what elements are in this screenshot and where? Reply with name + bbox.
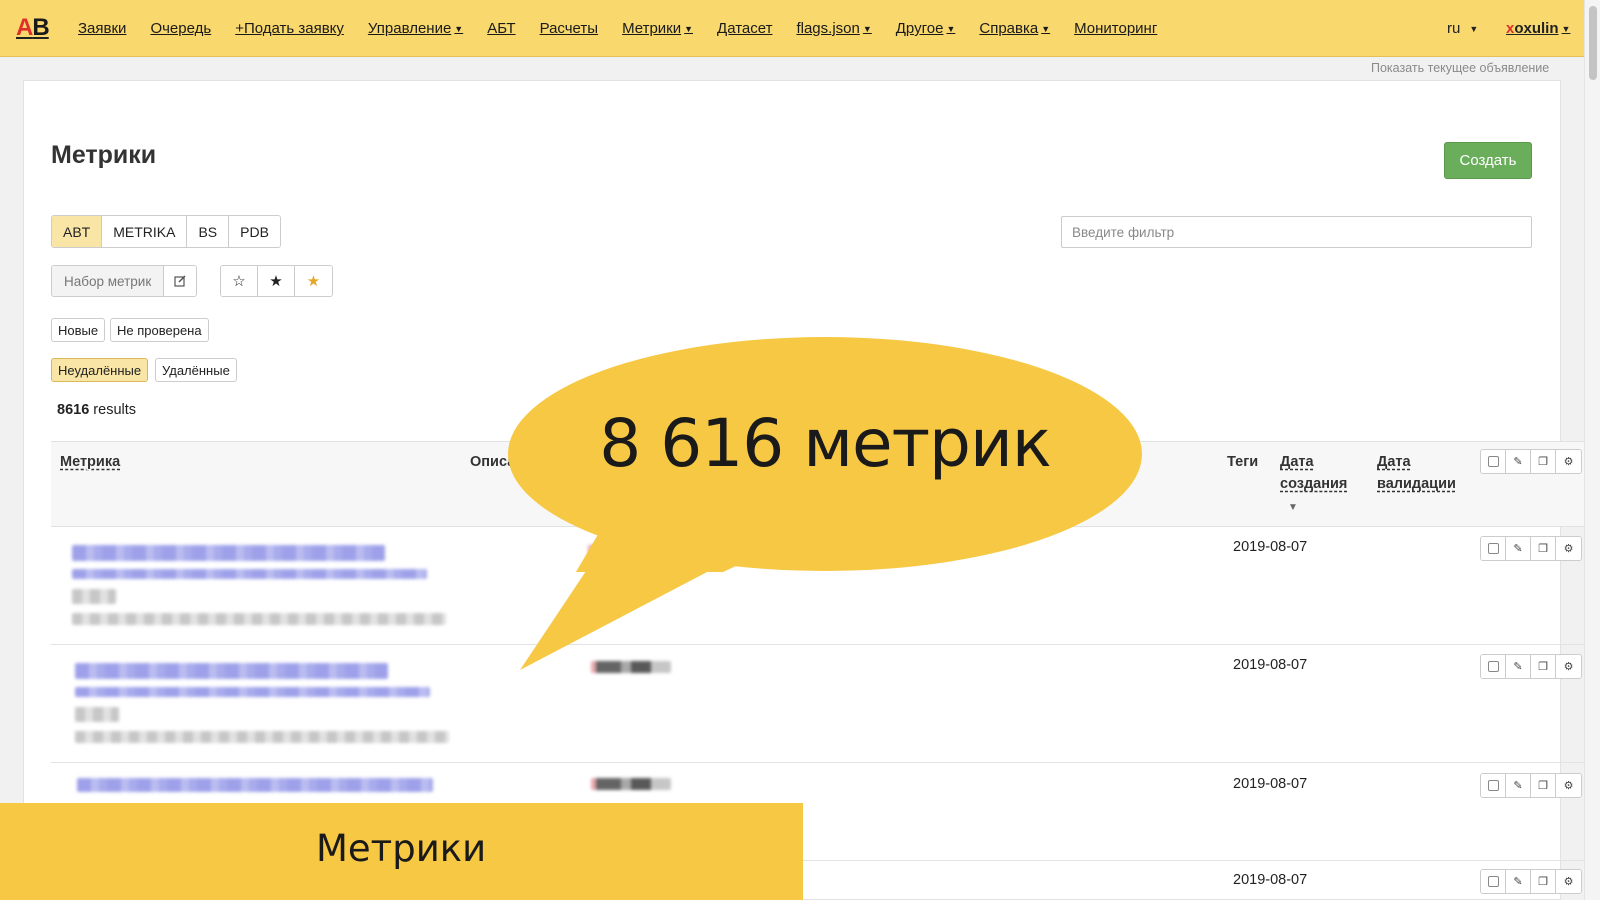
nav-item-management[interactable]: Управление ▼: [368, 20, 463, 37]
row-action-group: ✎ ❐ ⚙: [1480, 773, 1582, 798]
header-action-group: ✎ ❐ ⚙: [1480, 449, 1582, 474]
edit-icon[interactable]: ✎: [1506, 870, 1531, 893]
caret-down-icon: ▼: [454, 23, 464, 34]
nav-item-calculations[interactable]: Расчеты: [540, 20, 599, 37]
show-announcement-link[interactable]: Показать текущее объявление: [1371, 61, 1549, 75]
edit-icon[interactable]: [164, 266, 197, 296]
filter-deleted[interactable]: Удалённые: [155, 358, 237, 382]
source-toggle-group: ABT METRIKA BS PDB: [51, 215, 281, 248]
metric-id-redacted: [72, 569, 427, 579]
results-count: 8616 results: [57, 402, 137, 418]
metric-set-select[interactable]: Набор метрик: [52, 266, 165, 296]
metric-id-redacted: [75, 687, 430, 697]
row-action-group: ✎ ❐ ⚙: [1480, 869, 1582, 894]
row-created-date: 2019-08-07: [1233, 776, 1308, 792]
scrollbar-thumb[interactable]: [1589, 6, 1597, 80]
metric-meta-redacted: [75, 731, 449, 743]
nav-item-requests[interactable]: Заявки: [78, 20, 126, 37]
top-navbar: AB Заявки Очередь +Подать заявку Управле…: [0, 0, 1584, 57]
metric-link-redacted[interactable]: [77, 778, 433, 792]
nav-item-submit-request[interactable]: +Подать заявку: [235, 20, 344, 37]
filter-input[interactable]: [1061, 216, 1532, 248]
page-scrollbar[interactable]: [1584, 0, 1600, 900]
row-checkbox[interactable]: [1481, 774, 1506, 797]
star-filled-icon[interactable]: ★: [258, 266, 295, 296]
nav-item-help[interactable]: Справка ▼: [979, 20, 1050, 37]
bubble-text: 8 616 метрик: [599, 405, 1051, 482]
metric-tag-redacted: [72, 589, 116, 604]
description-redacted: [591, 778, 671, 790]
column-header-metric[interactable]: Метрика: [60, 451, 120, 473]
nav-item-abt[interactable]: АБТ: [487, 20, 515, 37]
gear-icon[interactable]: ⚙: [1556, 655, 1581, 678]
star-gold-icon[interactable]: ★: [295, 266, 332, 296]
edit-icon[interactable]: ✎: [1506, 537, 1531, 560]
copy-icon[interactable]: ❐: [1531, 655, 1556, 678]
source-toggle-abt[interactable]: ABT: [52, 216, 103, 247]
column-header-created[interactable]: Дата создания: [1280, 451, 1347, 495]
caret-down-icon: ▼: [684, 23, 694, 34]
nav-item-other[interactable]: Другое ▼: [896, 20, 956, 37]
copy-icon[interactable]: ❐: [1531, 774, 1556, 797]
source-toggle-pdb[interactable]: PDB: [229, 216, 280, 247]
metric-set-group: Набор метрик: [51, 265, 198, 297]
gear-icon[interactable]: ⚙: [1556, 450, 1581, 473]
page-title: Метрики: [51, 141, 157, 169]
create-button[interactable]: Создать: [1444, 142, 1532, 179]
app-logo[interactable]: AB: [16, 14, 50, 42]
metric-link-redacted[interactable]: [75, 663, 388, 679]
row-checkbox[interactable]: [1481, 655, 1506, 678]
row-created-date: 2019-08-07: [1233, 872, 1308, 888]
metric-link-redacted[interactable]: [72, 545, 385, 561]
favorite-filter-group: ☆ ★ ★: [220, 265, 333, 297]
row-created-date: 2019-08-07: [1233, 657, 1308, 673]
caption-text: Метрики: [316, 827, 487, 870]
edit-icon[interactable]: ✎: [1506, 450, 1531, 473]
sort-desc-icon: ▼: [1288, 502, 1298, 513]
row-action-group: ✎ ❐ ⚙: [1480, 536, 1582, 561]
gear-icon[interactable]: ⚙: [1556, 537, 1581, 560]
column-header-validated[interactable]: Дата валидации: [1377, 451, 1456, 495]
source-toggle-metrika[interactable]: METRIKA: [102, 216, 188, 247]
source-toggle-bs[interactable]: BS: [187, 216, 230, 247]
nav-item-monitoring[interactable]: Мониторинг: [1074, 20, 1157, 37]
edit-icon[interactable]: ✎: [1506, 655, 1531, 678]
gear-icon[interactable]: ⚙: [1556, 870, 1581, 893]
gear-icon[interactable]: ⚙: [1556, 774, 1581, 797]
filter-not-deleted[interactable]: Неудалённые: [51, 358, 149, 382]
copy-icon[interactable]: ❐: [1531, 537, 1556, 560]
copy-icon[interactable]: ❐: [1531, 870, 1556, 893]
select-all-checkbox[interactable]: [1481, 450, 1506, 473]
filter-unchecked[interactable]: Не проверена: [110, 318, 209, 342]
row-checkbox[interactable]: [1481, 870, 1506, 893]
metric-meta-redacted: [72, 613, 446, 625]
language-selector[interactable]: ru ▼: [1447, 20, 1478, 37]
caret-down-icon: ▼: [946, 23, 956, 34]
filter-new[interactable]: Новые: [51, 318, 106, 342]
speech-bubble-tail: [520, 520, 730, 670]
row-created-date: 2019-08-07: [1233, 539, 1308, 555]
main-nav: Заявки Очередь +Подать заявку Управление…: [78, 20, 1181, 37]
caret-down-icon: ▼: [1561, 23, 1571, 34]
nav-item-dataset[interactable]: Датасет: [717, 20, 772, 37]
metric-tag-redacted: [75, 707, 119, 722]
nav-item-metrics[interactable]: Метрики ▼: [622, 20, 693, 37]
caret-down-icon: ▼: [862, 23, 872, 34]
row-action-group: ✎ ❐ ⚙: [1480, 654, 1582, 679]
star-outline-icon[interactable]: ☆: [221, 266, 258, 296]
edit-icon[interactable]: ✎: [1506, 774, 1531, 797]
caret-down-icon: ▼: [1469, 23, 1479, 34]
column-header-tags: Теги: [1227, 454, 1259, 470]
nav-item-flags-json[interactable]: flags.json ▼: [796, 20, 871, 37]
row-checkbox[interactable]: [1481, 537, 1506, 560]
caret-down-icon: ▼: [1041, 23, 1051, 34]
copy-icon[interactable]: ❐: [1531, 450, 1556, 473]
nav-item-queue[interactable]: Очередь: [150, 20, 211, 37]
user-menu[interactable]: x oxulin ▼: [1506, 20, 1570, 37]
